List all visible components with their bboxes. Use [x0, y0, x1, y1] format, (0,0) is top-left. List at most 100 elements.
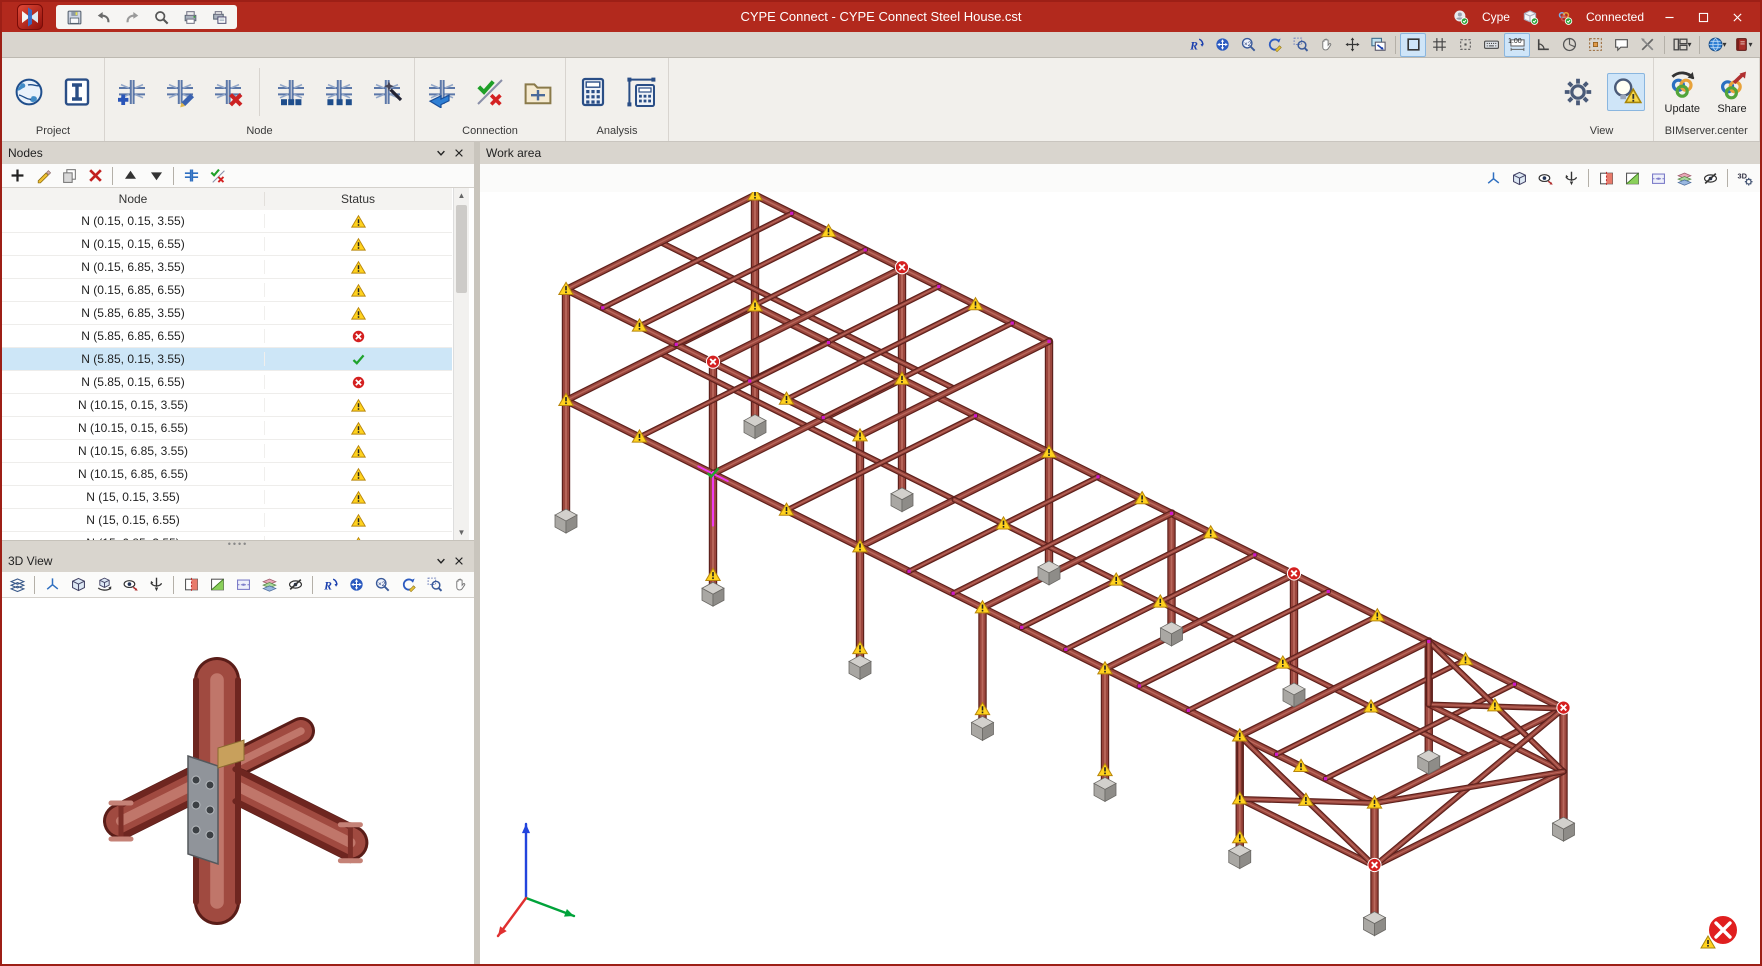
warning-marker[interactable]: [853, 641, 867, 653]
node-row[interactable]: N (10.15, 6.85, 6.55): [2, 463, 452, 486]
section-plane-icon[interactable]: [1593, 166, 1619, 190]
close-button[interactable]: [1720, 2, 1754, 32]
scroll-thumb[interactable]: [456, 205, 467, 293]
rotate-view-icon[interactable]: R: [317, 573, 343, 597]
redraw-icon[interactable]: [1261, 33, 1287, 57]
look-at-icon[interactable]: [117, 573, 143, 597]
help-book-icon[interactable]: ▾: [1730, 33, 1756, 57]
iso-cube-icon[interactable]: [65, 573, 91, 597]
clip-box-icon[interactable]: [1645, 166, 1671, 190]
work-plane-icon[interactable]: [1619, 166, 1645, 190]
grid-icon[interactable]: [1426, 33, 1452, 57]
zoom-extents-icon[interactable]: [1209, 33, 1235, 57]
error-marker[interactable]: [1368, 858, 1381, 871]
node-row[interactable]: N (0.15, 0.15, 3.55): [2, 210, 452, 233]
node-row[interactable]: N (5.85, 6.85, 3.55): [2, 302, 452, 325]
angle-icon[interactable]: [1530, 33, 1556, 57]
clip-box-icon[interactable]: [230, 573, 256, 597]
update-button[interactable]: Update: [1662, 67, 1703, 118]
keyboard-icon[interactable]: [1478, 33, 1504, 57]
options-gear-button[interactable]: [1559, 73, 1597, 111]
assign-nodes-button[interactable]: [272, 73, 310, 111]
save-icon[interactable]: [61, 5, 87, 29]
validate-icon[interactable]: [204, 164, 230, 188]
chevron-down-icon[interactable]: [432, 552, 450, 570]
calculate-button[interactable]: [574, 73, 612, 111]
import-connection-button[interactable]: [423, 73, 461, 111]
axes-icon[interactable]: [1480, 166, 1506, 190]
warnings-bulb-button[interactable]: [1607, 73, 1645, 111]
axes-icon[interactable]: [39, 573, 65, 597]
capture-view-icon[interactable]: [1365, 33, 1391, 57]
scroll-up-icon[interactable]: ▲: [458, 188, 466, 203]
layers-stack-icon[interactable]: [1671, 166, 1697, 190]
snap-icon[interactable]: [1452, 33, 1478, 57]
marquee-icon[interactable]: [1582, 33, 1608, 57]
node-row[interactable]: N (10.15, 0.15, 3.55): [2, 394, 452, 417]
redraw-icon[interactable]: [395, 573, 421, 597]
share-button[interactable]: Share: [1713, 67, 1751, 118]
error-marker[interactable]: [1557, 701, 1570, 714]
copy-icon[interactable]: [56, 164, 82, 188]
box-status-icon[interactable]: [1518, 5, 1544, 29]
arc-icon[interactable]: [1556, 33, 1582, 57]
zoom-x2-icon[interactable]: ×2: [1235, 33, 1261, 57]
close-panel-icon[interactable]: [450, 144, 468, 162]
turntable-icon[interactable]: [143, 573, 169, 597]
sections-button[interactable]: [58, 73, 96, 111]
maximize-button[interactable]: [1686, 2, 1720, 32]
warning-marker[interactable]: [1233, 831, 1247, 843]
rotate-model-icon[interactable]: [91, 573, 117, 597]
redo-icon[interactable]: [119, 5, 145, 29]
zoom-window-icon[interactable]: [421, 573, 447, 597]
zoom-window-icon[interactable]: [1287, 33, 1313, 57]
orbit-icon[interactable]: [1339, 33, 1365, 57]
delete-node-button[interactable]: [209, 73, 247, 111]
column-header-status[interactable]: Status: [265, 192, 451, 206]
scroll-down-icon[interactable]: ▼: [458, 525, 466, 540]
look-at-icon[interactable]: [1532, 166, 1558, 190]
undo-icon[interactable]: [90, 5, 116, 29]
iso-cube-icon[interactable]: [1506, 166, 1532, 190]
search-icon[interactable]: [148, 5, 174, 29]
node-row[interactable]: N (5.85, 0.15, 6.55): [2, 371, 452, 394]
view3d-settings-icon[interactable]: 3D: [1732, 166, 1758, 190]
warning-marker[interactable]: [1098, 763, 1112, 775]
turntable-icon[interactable]: [1558, 166, 1584, 190]
add-icon[interactable]: [4, 164, 30, 188]
layers-icon[interactable]: [4, 573, 30, 597]
measure-icon[interactable]: 1.00: [1504, 33, 1530, 57]
work-area-viewport[interactable]: [480, 192, 1762, 966]
section-plane-icon[interactable]: [178, 573, 204, 597]
error-marker[interactable]: [895, 261, 908, 274]
print-icon[interactable]: [177, 5, 203, 29]
close-panel-icon[interactable]: [450, 552, 468, 570]
error-marker[interactable]: [1287, 567, 1300, 580]
delete-red-icon[interactable]: [82, 164, 108, 188]
node-row[interactable]: N (15, 0.15, 6.55): [2, 509, 452, 532]
node-row[interactable]: N (15, 0.15, 3.55): [2, 486, 452, 509]
hide-eye-icon[interactable]: [1697, 166, 1723, 190]
minimize-button[interactable]: [1652, 2, 1686, 32]
warning-marker[interactable]: [975, 702, 989, 714]
node-row[interactable]: N (0.15, 0.15, 6.55): [2, 233, 452, 256]
layers-stack-icon[interactable]: [256, 573, 282, 597]
edit-node-button[interactable]: [161, 73, 199, 111]
add-node-button[interactable]: [113, 73, 151, 111]
warning-marker[interactable]: [748, 192, 762, 200]
move-down-icon[interactable]: [143, 164, 169, 188]
node-row[interactable]: N (0.15, 6.85, 3.55): [2, 256, 452, 279]
zoom-x2-icon[interactable]: ×2: [369, 573, 395, 597]
library-connection-button[interactable]: [519, 73, 557, 111]
import-node-icon[interactable]: [178, 164, 204, 188]
comment-icon[interactable]: [1608, 33, 1634, 57]
tools-icon[interactable]: [1634, 33, 1660, 57]
edit-pencil-icon[interactable]: [30, 164, 56, 188]
node-row[interactable]: N (5.85, 6.85, 6.55): [2, 325, 452, 348]
pan-icon[interactable]: [1313, 33, 1339, 57]
move-up-icon[interactable]: [117, 164, 143, 188]
bimserver-status-icon[interactable]: [1552, 5, 1578, 29]
job-globe-button[interactable]: [10, 73, 48, 111]
layout-icon[interactable]: ▾: [1669, 33, 1695, 57]
zoom-extents-icon[interactable]: [343, 573, 369, 597]
